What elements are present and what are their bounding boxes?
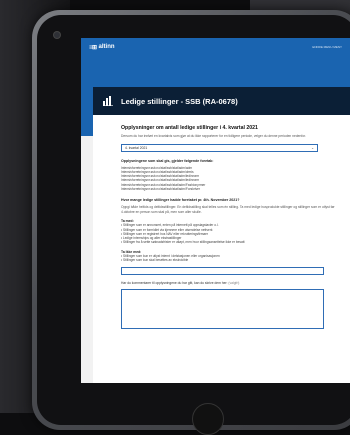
codes-heading: Opplysningene som skal gis, gjelder følg…	[121, 158, 214, 163]
brand-name: altinn	[98, 44, 115, 50]
comment-label: Har du kommentarer til opplysningene du …	[121, 281, 340, 285]
form-card: Opplysninger om antall ledige stillinger…	[93, 115, 350, 383]
form-chart-icon	[103, 96, 113, 106]
chevron-down-icon: ⌄	[311, 145, 314, 150]
period-select[interactable]: 4. kvartal 2021 ⌄	[121, 143, 318, 152]
home-button[interactable]	[192, 403, 224, 435]
vacancies-input[interactable]	[121, 267, 324, 276]
question-heading: Hvor mange ledige stillinger hadde foret…	[121, 198, 240, 203]
altinn-logo[interactable]: ≡⊞ altinn	[89, 44, 115, 51]
exclude-item: • Stillinger som kun skal besettes av ek…	[121, 258, 189, 263]
comment-textarea[interactable]	[121, 289, 324, 330]
period-select-value: 4. kvartal 2021	[125, 145, 148, 150]
code-item: Intensivforretningsnr.ssb.no/stat/ssb/st…	[121, 186, 201, 191]
intro-text: Dersom du har innført en kvartalvis som …	[121, 134, 306, 138]
codes-list: Intensivforretningsnr.ssb.no/stat/ssb/st…	[121, 166, 340, 192]
altinn-topbar: ≡⊞ altinn ENDRE MENU MENY	[81, 38, 350, 56]
section-heading: Opplysninger om antall ledige stillinger…	[121, 125, 258, 131]
camera-icon	[54, 32, 60, 38]
include-item: • Stillinger fra å sette søknadsfrister …	[121, 240, 245, 245]
comment-label-text: Har du kommentarer til opplysningene du …	[121, 281, 228, 286]
form-title: Ledige stillinger - SSB (RA-0678)	[121, 96, 238, 106]
menu-link[interactable]: ENDRE MENU MENY	[312, 45, 342, 49]
tablet-screen: ≡⊞ altinn ENDRE MENU MENY Ledige stillin…	[81, 38, 350, 383]
form-header: Ledige stillinger - SSB (RA-0678)	[93, 87, 350, 115]
comment-hint: (valgfri)	[228, 281, 240, 286]
question-description: Oppgi både heltids og deltidsstillinger.…	[121, 205, 335, 214]
altinn-logo-icon: ≡⊞	[89, 44, 97, 51]
